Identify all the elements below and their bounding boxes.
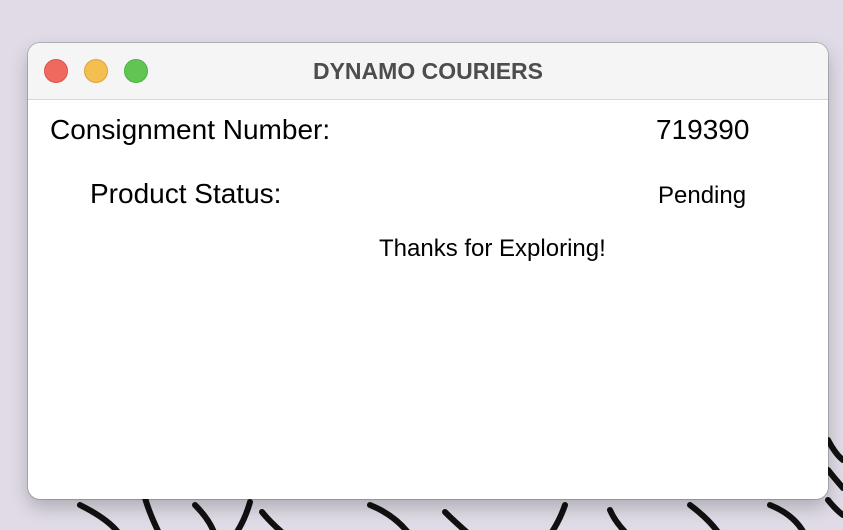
window-title: DYNAMO COURIERS	[312, 58, 543, 84]
product-status-label: Product Status:	[90, 178, 282, 209]
window-content: Consignment Number: 719390 Product Statu…	[28, 100, 828, 499]
consignment-number-label: Consignment Number:	[50, 114, 331, 145]
thanks-message: Thanks for Exploring!	[379, 235, 606, 262]
title-bar[interactable]: DYNAMO COURIERS	[28, 43, 828, 100]
consignment-number-value: 719390	[656, 114, 750, 145]
product-status-value: Pending	[658, 182, 747, 209]
app-window: DYNAMO COURIERS Consignment Number: 7193…	[28, 43, 828, 499]
